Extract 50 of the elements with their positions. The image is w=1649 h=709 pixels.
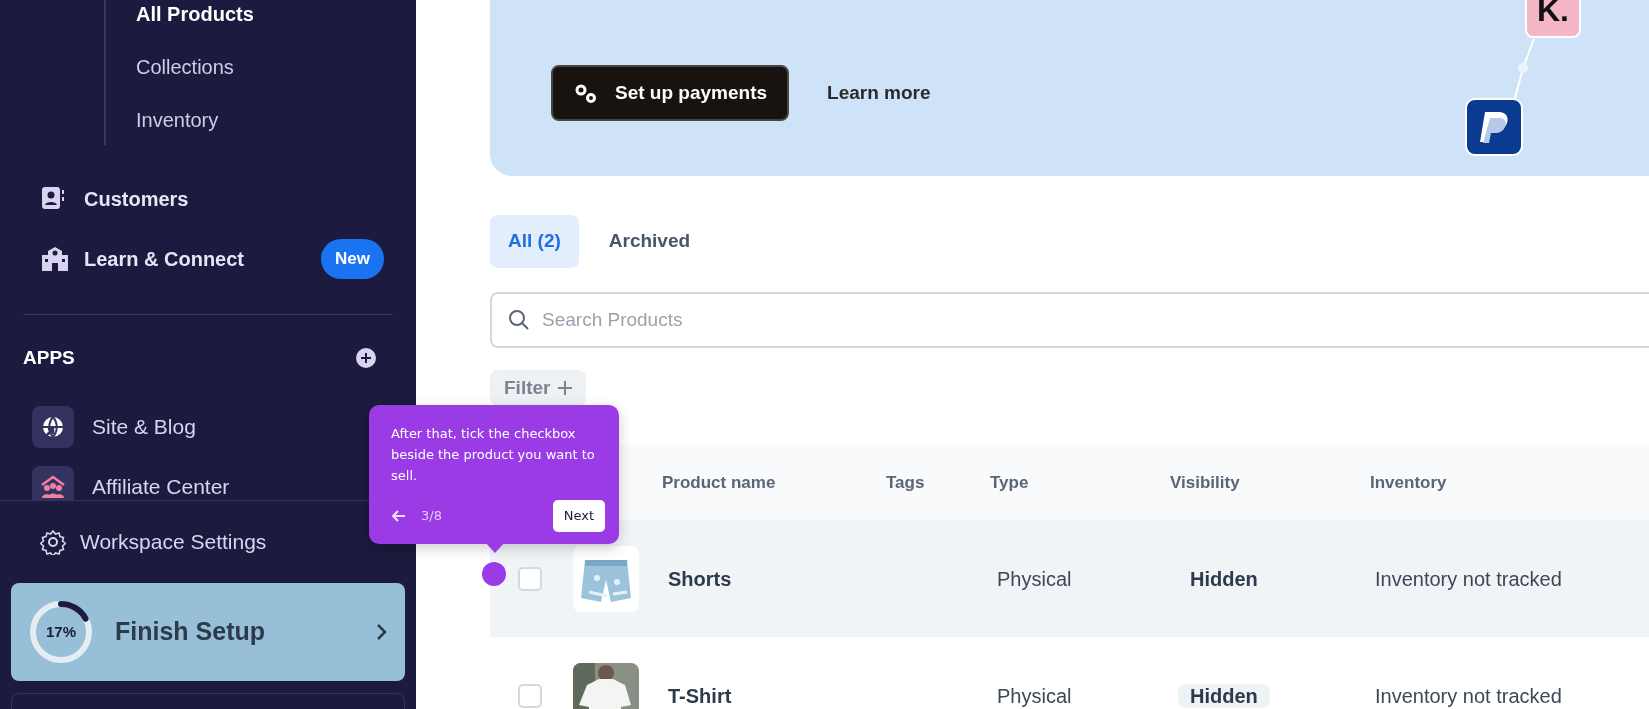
- progress-ring: [29, 600, 93, 664]
- product-name: T-Shirt: [668, 684, 733, 707]
- learn-more-link[interactable]: Learn more: [827, 78, 931, 108]
- checkbox[interactable]: [518, 566, 542, 591]
- column-header: Tags: [886, 471, 926, 494]
- new-badge: New: [321, 239, 384, 279]
- sidebar-subitem[interactable]: All Products: [136, 0, 416, 40]
- product-name: Shorts: [668, 567, 733, 590]
- column-header: Inventory: [1370, 471, 1448, 494]
- sidebar-item[interactable]: Customers: [0, 169, 416, 229]
- payment-logo: [1465, 98, 1523, 156]
- checkbox[interactable]: [518, 683, 542, 708]
- table-cell-text: Physical: [997, 684, 1073, 707]
- sidebar-subitem[interactable]: Collections: [136, 40, 416, 93]
- tour-text: After that, tick the checkbox beside the product you want to sell.: [391, 425, 596, 485]
- column-header: Product name: [662, 471, 777, 494]
- table-cell-text: Inventory not tracked: [1375, 684, 1563, 707]
- building-icon: [40, 245, 70, 273]
- search-icon: [508, 309, 530, 331]
- hotspot-dot: [482, 562, 506, 586]
- tab[interactable]: All (2): [490, 215, 579, 268]
- section-heading: APPS: [23, 345, 75, 370]
- table-cell-text: Inventory not tracked: [1375, 567, 1563, 590]
- finish-setup-button[interactable]: 17% Finish Setup: [11, 583, 405, 681]
- sidebar-item-label: Customers: [84, 187, 189, 212]
- app-item[interactable]: Site & Blog: [0, 397, 202, 457]
- step-counter: 3/8: [421, 507, 442, 525]
- workspace-settings-link[interactable]: Workspace Settings: [0, 501, 416, 583]
- add-icon: [356, 348, 376, 368]
- app-item[interactable]: Affiliate Center: [0, 457, 236, 500]
- column-header: Visibility: [1170, 471, 1241, 494]
- visibility-status: Hidden: [1189, 566, 1259, 591]
- plus-icon: [558, 381, 573, 395]
- back-arrow-icon[interactable]: [391, 509, 407, 522]
- column-header: Type: [990, 471, 1030, 494]
- next-button[interactable]: Next: [552, 500, 605, 532]
- sidebar-item[interactable]: Learn & Connect New: [0, 229, 416, 289]
- globe-icon: [40, 414, 66, 440]
- sidebar-subitem[interactable]: Inventory: [136, 93, 416, 146]
- sidebar-item-label: Learn & Connect: [84, 247, 245, 272]
- table-cell-text: Physical: [997, 567, 1073, 590]
- settings-icon: [40, 529, 66, 555]
- visibility-status: Hidden: [1178, 683, 1270, 708]
- connector-line: [1513, 38, 1535, 99]
- progress-percent: 17%: [46, 621, 76, 642]
- people-icon: [40, 474, 66, 500]
- chevron-right-icon: [375, 623, 387, 641]
- search-field[interactable]: Search Products: [490, 292, 1649, 348]
- tab[interactable]: Archived: [590, 215, 709, 268]
- setup-payments-button[interactable]: Set up payments: [551, 65, 790, 121]
